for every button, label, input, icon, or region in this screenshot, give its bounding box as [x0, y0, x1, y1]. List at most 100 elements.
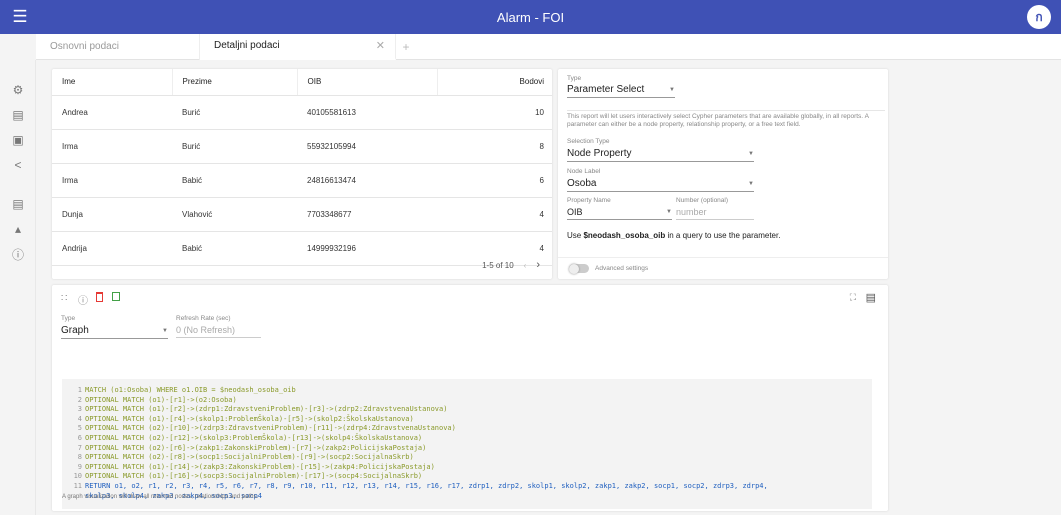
usage-text: Use — [567, 231, 584, 240]
graph-report-settings: ∷ ⓘ ⛶ ▤ Type Graph ▼ Refresh Rate (sec) … — [52, 285, 888, 511]
cell: Andrea — [52, 95, 172, 130]
usage-param: $neodash_osoba_oib — [583, 231, 666, 240]
refresh-rate-input[interactable]: 0 (No Refresh) — [176, 325, 261, 338]
query-line: RETURN o1, o2, r1, r2, r3, r4, r5, r6, r… — [85, 481, 768, 490]
query-line: OPTIONAL MATCH (o2)-[r12]->(skolp3:Probl… — [85, 433, 423, 442]
tab-label: Osnovni podaci — [50, 41, 119, 52]
cell: 24816613474 — [297, 163, 437, 198]
info-icon[interactable]: ⓘ — [8, 244, 28, 264]
table-row[interactable]: Irma Babić 24816613474 6 — [52, 163, 552, 198]
usage-text: in a query to use the parameter. — [665, 231, 781, 240]
delete-icon[interactable] — [96, 292, 103, 302]
menu-icon[interactable]: ☰ — [0, 0, 40, 34]
results-table: Ime Prezime OIB Bodovi Andrea Burić 401055… — [52, 69, 552, 266]
node-label-select[interactable]: Osoba ▼ — [567, 178, 754, 192]
gear-icon[interactable]: ⚙ — [8, 80, 28, 100]
property-name-select[interactable]: OIB ▼ — [567, 207, 672, 220]
cell: Babić — [172, 163, 297, 198]
tab-osnovni-podaci[interactable]: Osnovni podaci — [36, 33, 200, 60]
refresh-rate-value: 0 (No Refresh) — [176, 325, 236, 335]
table-row[interactable]: Andrija Babić 14999932196 4 — [52, 231, 552, 266]
copy-icon[interactable] — [112, 292, 120, 301]
cell: Burić — [172, 95, 297, 130]
extensions-icon[interactable]: ▴ — [8, 219, 28, 239]
query-line: OPTIONAL MATCH (o1)-[r4]->(skolp1:Proble… — [85, 414, 414, 423]
type-value: Parameter Select — [567, 84, 645, 95]
column-header[interactable]: OIB — [296, 69, 437, 96]
column-header[interactable]: Ime — [52, 69, 172, 96]
type-label: Type — [567, 75, 582, 82]
query-line: OPTIONAL MATCH (o1)-[r14]->(zakp3:Zakons… — [85, 462, 435, 471]
column-header[interactable]: Prezime — [171, 69, 297, 96]
refresh-rate-label: Refresh Rate (sec) — [176, 315, 231, 322]
node-label-label: Node Label — [567, 168, 601, 175]
query-line: OPTIONAL MATCH (o1)-[r2]->(zdrp1:Zdravst… — [85, 405, 448, 414]
parameter-help-text: This report will let users interactively… — [567, 110, 885, 129]
cell: Burić — [172, 129, 297, 164]
library-icon[interactable]: ▤ — [8, 194, 28, 214]
cell: Andrija — [52, 231, 172, 266]
next-page-icon[interactable]: › — [536, 259, 540, 271]
column-header[interactable]: Bodovi — [436, 69, 552, 96]
tab-label: Detaljni podaci — [214, 40, 280, 51]
cell: Irma — [52, 163, 172, 198]
drag-handle-icon[interactable]: ∷ — [61, 293, 67, 304]
query-line: MATCH (o1:Osoba) WHERE o1.OIB = $neodash… — [85, 386, 296, 394]
report-footer-text: A graph visualization will draw all retu… — [62, 494, 259, 500]
advanced-settings-toggle[interactable] — [569, 263, 589, 274]
table-row[interactable]: Irma Burić 55932105994 8 — [52, 129, 552, 164]
type-label: Type — [61, 315, 76, 322]
cell: Dunja — [52, 197, 172, 232]
number-label: Number (optional) — [676, 197, 729, 204]
help-icon[interactable]: ⓘ — [78, 292, 88, 307]
add-tab-icon[interactable]: + — [396, 40, 416, 54]
table-row[interactable]: Andrea Burić 40105581613 10 — [52, 95, 552, 130]
graph-type-value: Graph — [61, 325, 89, 336]
table-report: Ime Prezime OIB Bodovi Andrea Burić 401055… — [52, 69, 552, 279]
cell: 10 — [437, 95, 552, 130]
table-row[interactable]: Dunja Vlahović 7703348677 4 — [52, 197, 552, 232]
property-name-label: Property Name — [567, 197, 611, 204]
tab-detaljni-podaci[interactable]: Detaljni podaci ✕ — [200, 33, 396, 60]
graph-type-select[interactable]: Graph ▼ — [61, 325, 168, 339]
chevron-down-icon: ▼ — [748, 150, 754, 157]
query-line: OPTIONAL MATCH (o2)-[r8]->(socp1:Socijal… — [85, 453, 414, 462]
fullscreen-icon[interactable]: ⛶ — [850, 292, 856, 303]
cell: 14999932196 — [297, 231, 437, 266]
save-icon[interactable]: ▤ — [866, 291, 876, 304]
chevron-down-icon: ▼ — [669, 86, 675, 93]
query-line: OPTIONAL MATCH (o1)-[r1]->(o2:Osoba) — [85, 395, 237, 404]
share-icon[interactable]: < — [8, 155, 28, 175]
query-line: OPTIONAL MATCH (o2)-[r6]->(zakp1:Zakonsk… — [85, 443, 427, 452]
advanced-settings-label: Advanced settings — [595, 265, 649, 272]
cell: Vlahović — [172, 197, 297, 232]
selection-type-value: Node Property — [567, 148, 632, 159]
app-title: Alarm - FOI — [496, 9, 565, 25]
parameter-report: Type Parameter Select ▼ This report will… — [558, 69, 888, 279]
chevron-down-icon: ▼ — [666, 209, 672, 215]
query-line: OPTIONAL MATCH (o1)-[r16]->(socp3:Socija… — [85, 472, 423, 481]
selection-type-select[interactable]: Node Property ▼ — [567, 148, 754, 162]
parameter-usage-text: Use $neodash_osoba_oib in a query to use… — [567, 231, 780, 240]
load-icon[interactable]: ▣ — [8, 130, 28, 150]
neo4j-connection-icon[interactable]: ก — [1027, 5, 1051, 29]
number-input[interactable]: number — [676, 207, 754, 220]
cell: 40105581613 — [297, 95, 437, 130]
cell: 4 — [437, 197, 552, 232]
selection-type-label: Selection Type — [567, 138, 610, 145]
node-label-value: Osoba — [567, 178, 597, 189]
cell: 6 — [437, 163, 552, 198]
cell: Irma — [52, 129, 172, 164]
close-icon[interactable]: ✕ — [376, 39, 385, 52]
query-line: OPTIONAL MATCH (o2)-[r10]->(zdrp3:Zdravs… — [85, 424, 456, 433]
prev-page-icon[interactable]: ‹ — [524, 261, 527, 270]
type-select[interactable]: Parameter Select ▼ — [567, 84, 675, 98]
cypher-query-editor[interactable]: 1 MATCH (o1:Osoba) WHERE o1.OIB = $neodas… — [62, 379, 872, 509]
page-tabs: Osnovni podaci Detaljni podaci ✕ + — [36, 33, 1061, 60]
number-placeholder: number — [676, 207, 707, 217]
cell: 7703348677 — [297, 197, 437, 232]
chevron-down-icon: ▼ — [162, 327, 168, 334]
app-bar: ☰ Alarm - FOI ก — [0, 0, 1061, 34]
cell: 55932105994 — [297, 129, 437, 164]
save-icon[interactable]: ▤ — [8, 105, 28, 125]
